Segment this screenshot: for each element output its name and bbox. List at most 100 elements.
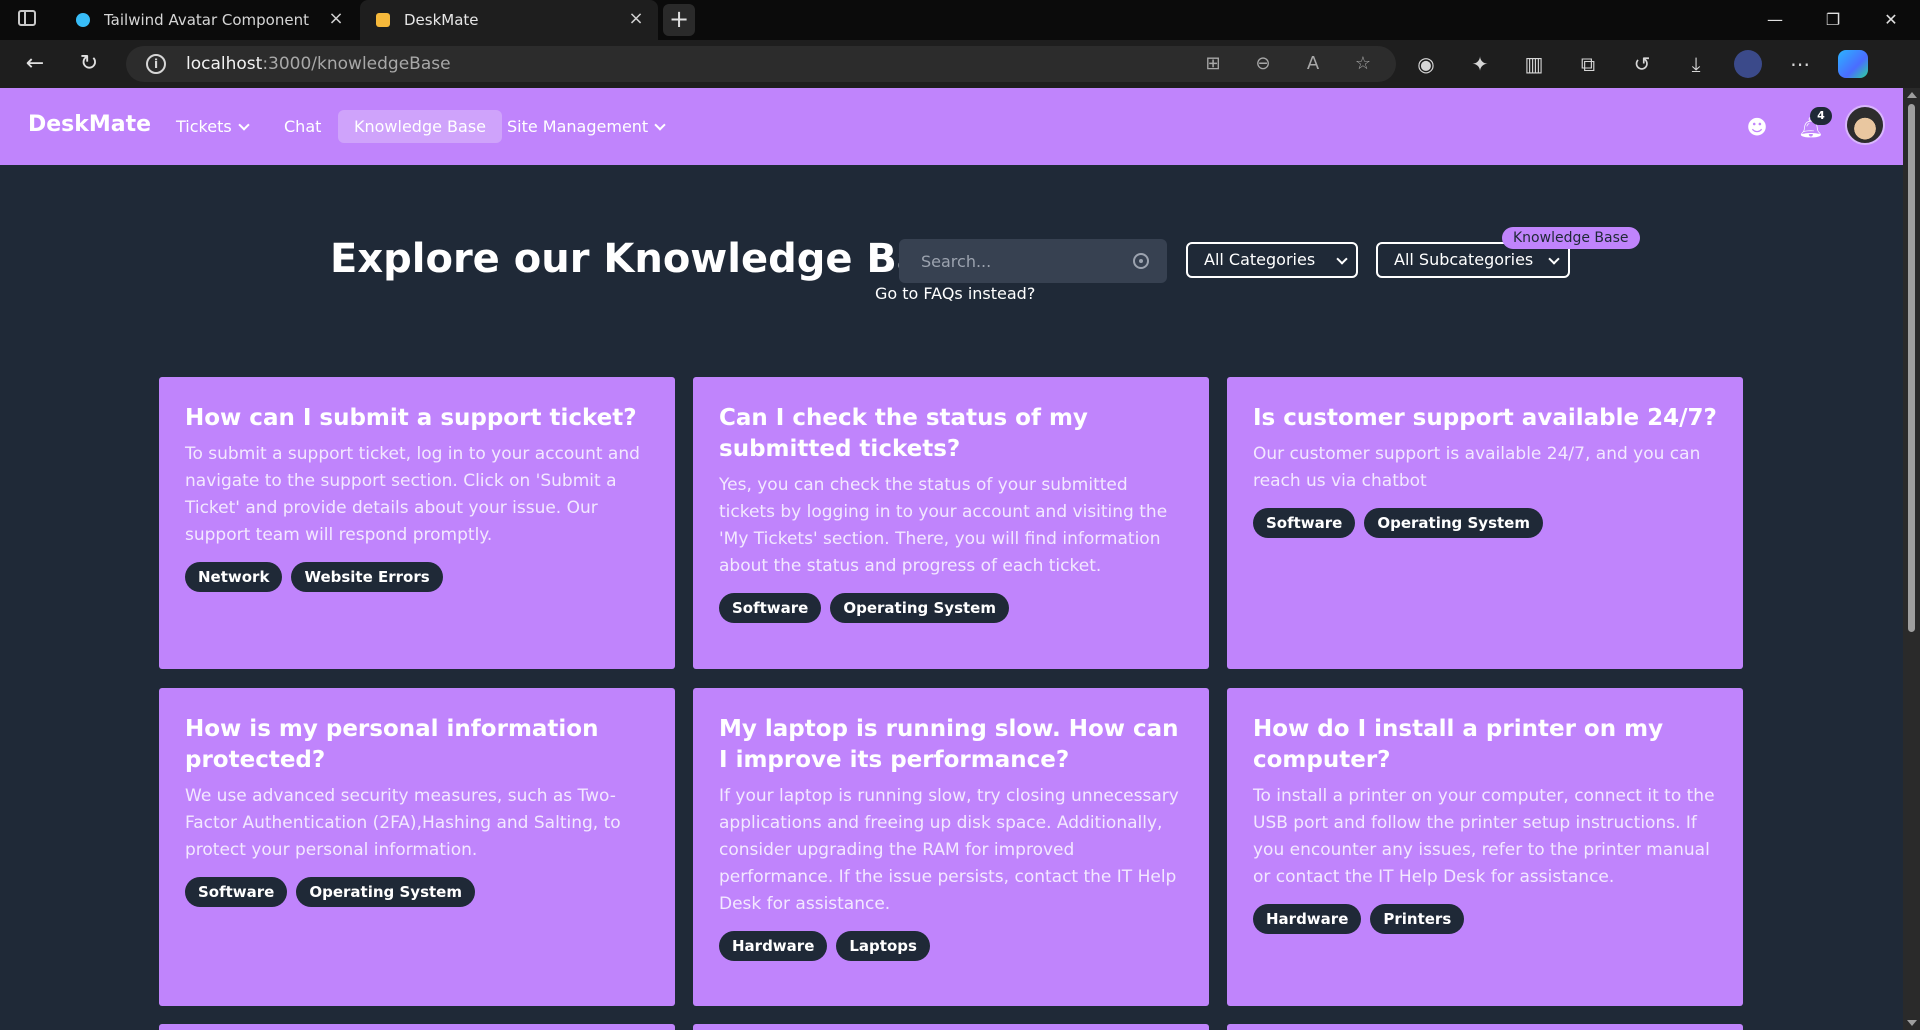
read-aloud-icon[interactable]: A	[1300, 52, 1326, 76]
url-path: :3000/knowledgeBase	[262, 54, 451, 74]
article-title[interactable]: How is my personal information protected…	[185, 714, 649, 776]
tag-list: Software Operating System	[719, 593, 1183, 623]
nav-knowledge-base[interactable]: Knowledge Base	[338, 110, 502, 143]
search-icon[interactable]	[1133, 253, 1149, 269]
scroll-up-icon[interactable]	[1907, 92, 1917, 98]
tag-list: Hardware Laptops	[719, 931, 1183, 961]
tag-badge[interactable]: Software	[719, 593, 822, 623]
browser-address-bar: ← ↻ i localhost:3000/knowledgeBase ⊞ ⊖ A…	[0, 40, 1920, 88]
article-title[interactable]: Is customer support available 24/7?	[1253, 403, 1717, 434]
nav-chat[interactable]: Chat	[268, 110, 337, 143]
tag-badge[interactable]: Operating System	[1364, 508, 1543, 538]
page-title: Explore our Knowledge Base	[330, 236, 975, 282]
article-card[interactable]: How do I install a printer on my compute…	[1227, 688, 1743, 1006]
tag-list: Hardware Printers	[1253, 904, 1717, 934]
tag-badge[interactable]: Operating System	[296, 877, 475, 907]
tag-badge[interactable]: Hardware	[1253, 904, 1362, 934]
back-arrow-icon[interactable]: ←	[20, 50, 50, 80]
article-summary: Yes, you can check the status of your su…	[719, 475, 1168, 576]
article-summary: We use advanced security measures, such …	[185, 786, 621, 860]
article-card[interactable]: How is my personal information protected…	[159, 688, 675, 1006]
article-title[interactable]: My laptop is running slow. How can I imp…	[719, 714, 1183, 776]
knowledge-base-tooltip: Knowledge Base	[1502, 227, 1640, 249]
nav-tickets[interactable]: Tickets	[160, 110, 264, 143]
article-card-partial[interactable]	[693, 1024, 1209, 1030]
scroll-down-icon[interactable]	[1907, 1020, 1917, 1026]
scroll-thumb[interactable]	[1908, 104, 1915, 632]
article-summary: To submit a support ticket, log in to yo…	[185, 444, 640, 545]
page-scrollbar[interactable]	[1903, 88, 1920, 1030]
chatbot-icon[interactable]: ☻	[1743, 113, 1771, 141]
tag-list: Software Operating System	[1253, 508, 1717, 538]
collections-icon[interactable]: ⧉	[1572, 50, 1604, 78]
more-menu-icon[interactable]: ⋯	[1784, 50, 1816, 78]
chevron-down-icon	[1336, 253, 1348, 265]
tag-badge[interactable]: Operating System	[830, 593, 1009, 623]
url-host: localhost	[186, 54, 263, 74]
browser-tab-bar: Tailwind Avatar Component — Ta × DeskMat…	[0, 0, 1920, 40]
favorite-star-icon[interactable]: ☆	[1350, 52, 1376, 76]
zoom-out-icon[interactable]: ⊖	[1250, 52, 1276, 76]
nav-label: Knowledge Base	[354, 117, 486, 136]
brand-logo[interactable]: DeskMate	[28, 112, 151, 137]
tag-badge[interactable]: Hardware	[719, 931, 828, 961]
article-card[interactable]: How can I submit a support ticket? To su…	[159, 377, 675, 669]
subcategory-select-value: All Subcategories	[1394, 250, 1534, 269]
minimize-icon[interactable]: —	[1746, 0, 1804, 40]
apps-icon[interactable]: ⊞	[1200, 52, 1226, 76]
category-select[interactable]: All Categories	[1186, 242, 1358, 278]
extension-glasses-icon[interactable]: ◉	[1410, 50, 1442, 78]
search-input[interactable]	[899, 239, 1167, 283]
chevron-down-icon	[238, 118, 250, 131]
avatar[interactable]	[1845, 105, 1885, 145]
tab-title: DeskMate	[404, 11, 479, 29]
tag-badge[interactable]: Laptops	[836, 931, 930, 961]
downloads-icon[interactable]: ⤓	[1680, 50, 1712, 78]
faq-link[interactable]: Go to FAQs instead?	[875, 284, 1035, 303]
article-card-partial[interactable]	[159, 1024, 675, 1030]
article-title[interactable]: How do I install a printer on my compute…	[1253, 714, 1717, 776]
article-card[interactable]: Can I check the status of my submitted t…	[693, 377, 1209, 669]
tailwind-favicon-icon	[76, 13, 90, 27]
tab-close-icon[interactable]: ×	[326, 9, 346, 29]
article-summary: Our customer support is available 24/7, …	[1253, 444, 1701, 491]
article-card[interactable]: My laptop is running slow. How can I imp…	[693, 688, 1209, 1006]
url-field[interactable]: i localhost:3000/knowledgeBase ⊞ ⊖ A ☆	[126, 46, 1396, 82]
tag-badge[interactable]: Software	[185, 877, 288, 907]
browser-tab-tailwind[interactable]: Tailwind Avatar Component — Ta ×	[60, 0, 358, 40]
tag-badge[interactable]: Software	[1253, 508, 1356, 538]
category-select-value: All Categories	[1204, 250, 1316, 269]
url-text: localhost:3000/knowledgeBase	[186, 54, 451, 74]
site-info-icon[interactable]: i	[146, 54, 166, 74]
window-controls: — ❐ ✕	[1746, 0, 1920, 40]
tab-actions-icon[interactable]	[18, 10, 40, 30]
tag-list: Network Website Errors	[185, 562, 649, 592]
article-card[interactable]: Is customer support available 24/7? Our …	[1227, 377, 1743, 669]
nav-site-management[interactable]: Site Management	[491, 110, 680, 143]
article-summary: To install a printer on your computer, c…	[1253, 786, 1715, 887]
notification-count-badge: 4	[1810, 107, 1832, 125]
article-title[interactable]: Can I check the status of my submitted t…	[719, 403, 1183, 465]
refresh-icon[interactable]: ↻	[74, 50, 104, 80]
article-title[interactable]: How can I submit a support ticket?	[185, 403, 649, 434]
app-header: DeskMate Tickets Chat Knowledge Base Sit…	[0, 88, 1903, 165]
article-card-partial[interactable]	[1227, 1024, 1743, 1030]
close-window-icon[interactable]: ✕	[1862, 0, 1920, 40]
history-icon[interactable]: ↺	[1626, 50, 1658, 78]
tag-badge[interactable]: Printers	[1370, 904, 1465, 934]
extensions-icon[interactable]: ✦	[1464, 50, 1496, 78]
article-summary: If your laptop is running slow, try clos…	[719, 786, 1179, 914]
copilot-icon[interactable]	[1838, 50, 1868, 78]
tag-badge[interactable]: Network	[185, 562, 283, 592]
search-box	[899, 239, 1167, 283]
nav-label: Site Management	[507, 117, 649, 136]
tab-close-icon[interactable]: ×	[626, 9, 646, 29]
url-actions: ⊞ ⊖ A ☆	[1200, 52, 1376, 76]
maximize-icon[interactable]: ❐	[1804, 0, 1862, 40]
new-tab-button[interactable]: +	[663, 4, 695, 36]
split-screen-icon[interactable]: ▥	[1518, 50, 1550, 78]
tag-badge[interactable]: Website Errors	[291, 562, 443, 592]
profile-avatar-icon[interactable]	[1734, 50, 1762, 78]
chevron-down-icon	[654, 118, 666, 131]
browser-tab-deskmate[interactable]: DeskMate ×	[360, 0, 658, 40]
